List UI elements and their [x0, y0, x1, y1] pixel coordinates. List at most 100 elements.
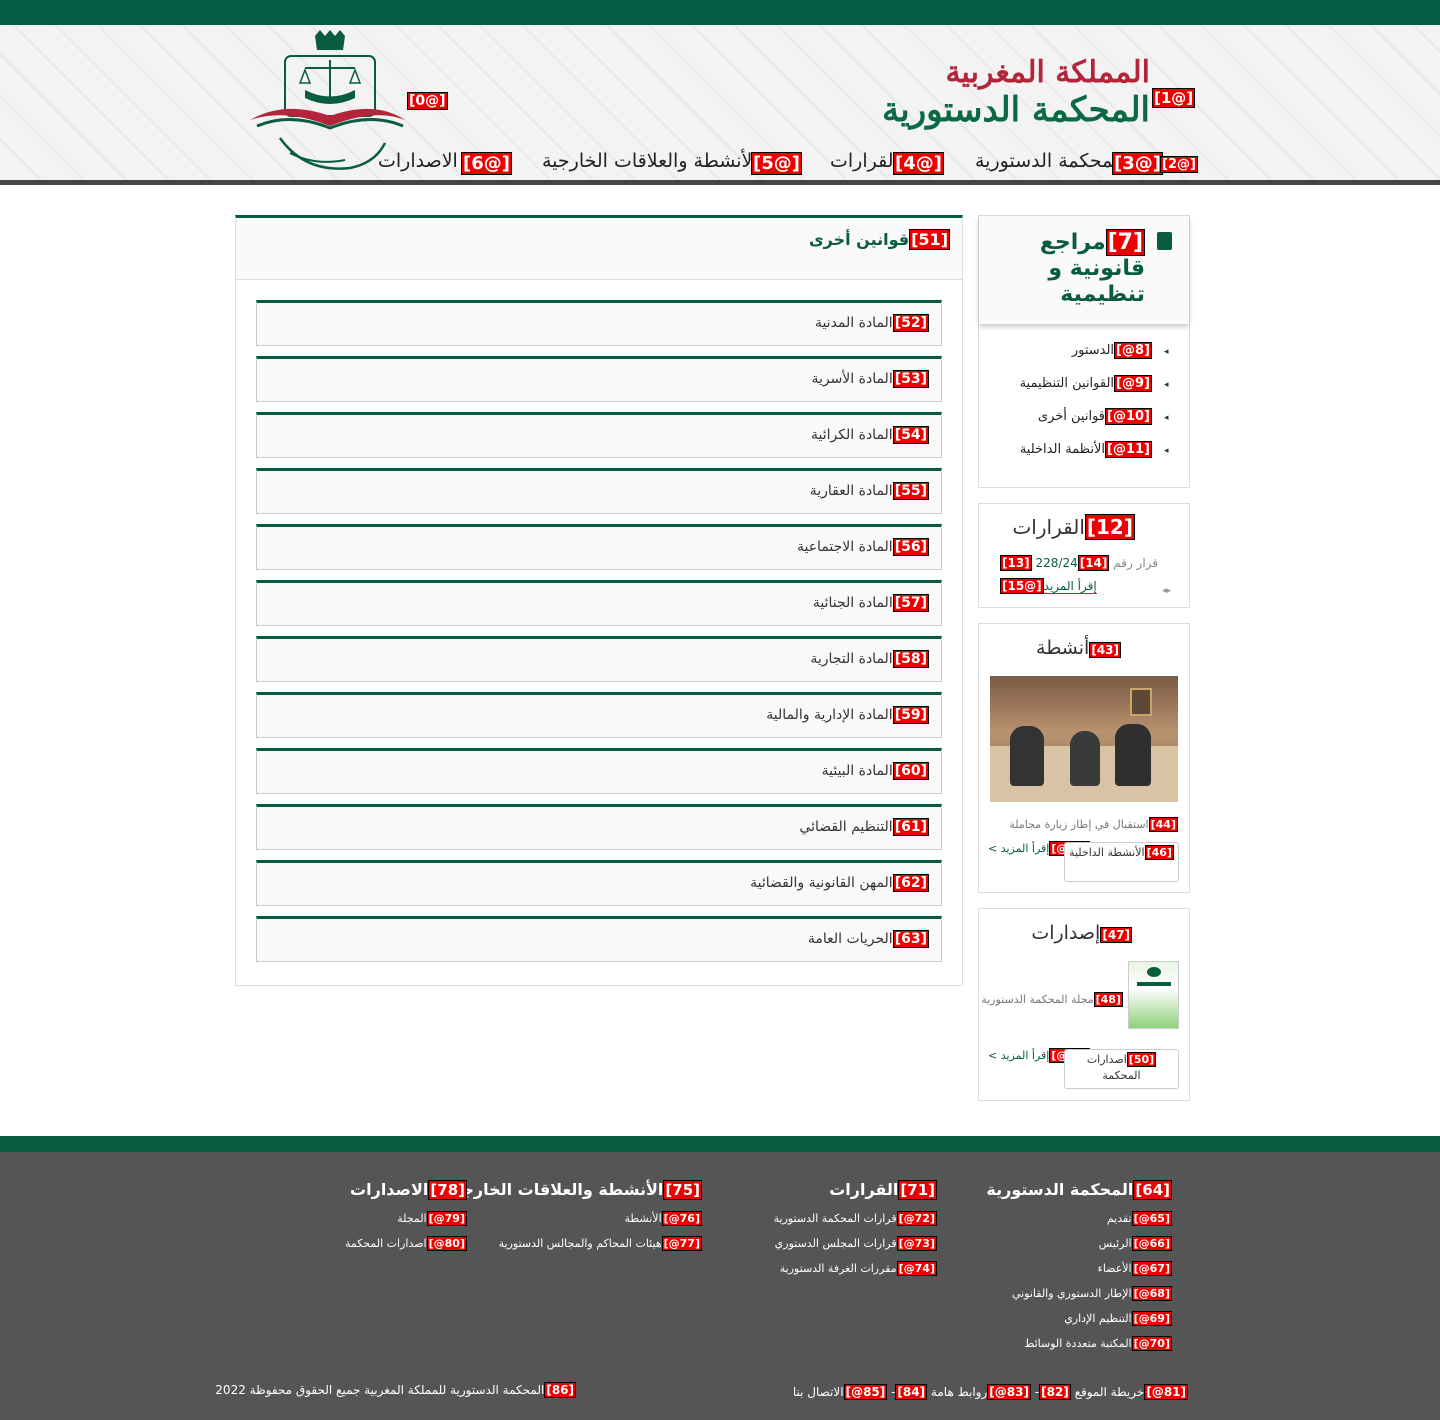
important-links-link[interactable]: [83@]روابط هامة [931, 1384, 1031, 1400]
footer-heading[interactable]: [64]المحكمة الدستورية [986, 1180, 1172, 1200]
item-tag: [62] [892, 874, 929, 892]
item-label: المادة التجارية [810, 651, 893, 667]
link-label: الرئيس [1098, 1237, 1132, 1250]
main-title: [51]قوانين أخرى [600, 229, 950, 250]
read-more-label: إقرأ المزيد > [988, 1049, 1050, 1062]
link-tag: [10@] [1105, 408, 1152, 425]
link-label: الأنشطة [624, 1212, 662, 1225]
link-label: الاتصال بنا [792, 1385, 844, 1399]
button-tag: [50] [1126, 1052, 1157, 1067]
bullet-icon: ◂ [1164, 380, 1169, 390]
nav-item-activities[interactable]: الأنشطة والعلاقات الخارجية [542, 150, 758, 172]
footer-link[interactable]: [76@]الأنشطة [624, 1211, 702, 1226]
item-tag: [61] [892, 818, 929, 836]
journal-cover[interactable] [1128, 961, 1179, 1029]
sitemap-link[interactable]: [81@]خريطة الموقع [1075, 1384, 1188, 1400]
footer-link[interactable]: [79@]المجلة [397, 1211, 467, 1226]
nav-label: الاصدارات [378, 150, 458, 172]
internal-activities-button[interactable]: [46]الأنشطة الداخلية [1064, 842, 1179, 882]
top-bar [0, 0, 1440, 25]
activity-caption[interactable]: [44]استقبال في إطار زيارة مجاملة [990, 817, 1178, 832]
decisions-title: [12]القرارات [990, 514, 1135, 540]
nav-tag: [3@] [1112, 152, 1163, 175]
item-label: المادة البيئية [821, 763, 893, 779]
accordion-item[interactable]: [61]التنظيم القضائي [256, 804, 942, 850]
heading-tag: [78] [428, 1180, 467, 1200]
prev-arrow-icon[interactable]: ◂▸ [1162, 586, 1171, 596]
sidebar-link-other-laws[interactable]: [10@]قوانين أخرى [1037, 408, 1152, 425]
bullet-icon: ◂ [1164, 413, 1169, 423]
nav-tag: [2@] [1160, 156, 1198, 173]
book-icon [1157, 232, 1172, 250]
footer-link[interactable]: [66@]الرئيس [1098, 1236, 1172, 1251]
footer-divider [0, 1136, 1440, 1152]
accordion-item[interactable]: [55]المادة العقارية [256, 468, 942, 514]
footer-heading[interactable]: [75]الأنشطة والعلاقات الخارجية [446, 1180, 702, 1200]
accordion-item[interactable]: [60]المادة البيئية [256, 748, 942, 794]
footer-link[interactable]: [77@]هيئات المحاكم والمجالس الدستورية [498, 1236, 702, 1251]
heading-tag: [64] [1133, 1180, 1172, 1200]
link-tag: [69@] [1131, 1311, 1172, 1326]
footer-heading[interactable]: [71]القرارات [829, 1180, 937, 1200]
footer-link[interactable]: [80@]اصدارات المحكمة [345, 1236, 467, 1251]
decisions-read-more[interactable]: [15@] إقرأ المزيد [1000, 578, 1097, 594]
read-more-label: إقرأ المزيد [1043, 579, 1097, 593]
link-label: قوانين أخرى [1037, 409, 1105, 424]
read-more-tag: [15@] [1000, 578, 1044, 594]
footer-link[interactable]: [72@]قرارات المحكمة الدستورية [774, 1211, 937, 1226]
link-tag: [81@] [1144, 1384, 1188, 1400]
footer-link[interactable]: [74@]مقررات الغرفة الدستورية [780, 1261, 937, 1276]
bullet-icon: ◂ [1164, 446, 1169, 456]
link-tag: [77@] [661, 1236, 702, 1251]
nav-label: القرارات [830, 150, 899, 172]
accordion-item[interactable]: [54]المادة الكرائية [256, 412, 942, 458]
cover-title-bar [1137, 982, 1171, 986]
accordion-item[interactable]: [62]المهن القانونية والقضائية [256, 860, 942, 906]
item-tag: [55] [892, 482, 929, 500]
decision-number-tag: [14] [1077, 555, 1110, 571]
emblem-icon [1147, 967, 1161, 977]
nav-tag: [4@] [893, 152, 944, 175]
publications-tag: [47] [1100, 927, 1132, 943]
nav-item-decisions[interactable]: القرارات [830, 150, 899, 172]
nav-item-court[interactable]: المحكمة الدستورية [975, 150, 1124, 172]
accordion-item[interactable]: [59]المادة الإدارية والمالية [256, 692, 942, 738]
button-tag: [46] [1144, 845, 1174, 860]
person-shape [1115, 724, 1151, 786]
accordion-item[interactable]: [63]الحريات العامة [256, 916, 942, 962]
publication-caption[interactable]: [48]مجلة المحكمة الدستورية [981, 992, 1123, 1007]
accordion-item[interactable]: [53]المادة الأسرية [256, 356, 942, 402]
court-publications-button[interactable]: [50]اصدارات المحكمة [1064, 1049, 1179, 1089]
footer-link[interactable]: [70@]المكتبة متعددة الوسائط [1024, 1336, 1172, 1351]
activity-photo[interactable] [990, 676, 1178, 802]
sidebar-link-constitution[interactable]: [8@]الدستور [1072, 342, 1152, 359]
accordion-item[interactable]: [56]المادة الاجتماعية [256, 524, 942, 570]
footer-link[interactable]: [65@]تقديم [1107, 1211, 1172, 1226]
link-tag: [80@] [426, 1236, 467, 1251]
accordion-item[interactable]: [52]المادة المدنية [256, 300, 942, 346]
footer-link[interactable]: [69@]التنظيم الإداري [1064, 1311, 1172, 1326]
item-label: المهن القانونية والقضائية [750, 875, 893, 891]
footer-link[interactable]: [73@]قرارات المجلس الدستوري [775, 1236, 937, 1251]
contact-link[interactable]: [85@]الاتصال بنا [792, 1384, 888, 1400]
decision-number: 228/24 [1035, 556, 1078, 570]
sidebar-link-organic-laws[interactable]: [9@]القوانين التنظيمية [1020, 375, 1152, 392]
footer-link[interactable]: [67@]الأعضاء [1098, 1261, 1172, 1276]
footer-link[interactable]: [68@]الإطار الدستوري والقانوني [1012, 1286, 1172, 1301]
separator-tag: [84] [895, 1384, 928, 1400]
main-title-text: قوانين أخرى [808, 230, 910, 249]
item-label: المادة الاجتماعية [796, 539, 893, 555]
footer-heading[interactable]: [78]الاصدارات [350, 1180, 467, 1200]
sidebar-link-internal-rules[interactable]: [11@]الأنظمة الداخلية [1020, 441, 1152, 458]
heading-label: المحكمة الدستورية [986, 1180, 1134, 1199]
item-tag: [54] [892, 426, 929, 444]
link-tag: [8@] [1114, 342, 1152, 359]
accordion-item[interactable]: [58]المادة التجارية [256, 636, 942, 682]
court-title[interactable]: المحكمة الدستورية [860, 90, 1150, 130]
link-label: هيئات المحاكم والمجالس الدستورية [498, 1237, 662, 1250]
nav-item-publications[interactable]: الاصدارات [378, 150, 458, 172]
person-shape [1070, 731, 1100, 786]
read-more-label: إقرأ المزيد > [988, 842, 1050, 855]
accordion-item[interactable]: [57]المادة الجنائية [256, 580, 942, 626]
decision-entry[interactable]: [13] قرار رقم [14]228/24 [1000, 555, 1158, 571]
